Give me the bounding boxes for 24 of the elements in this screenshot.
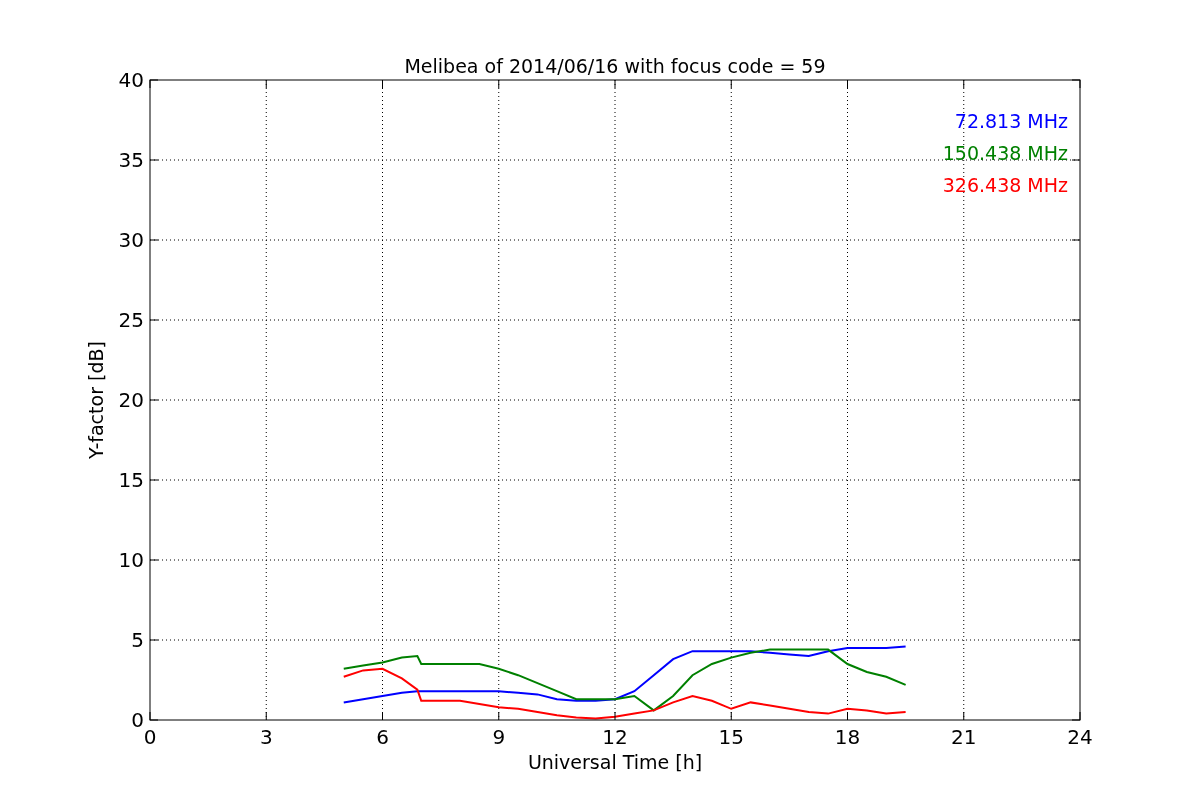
y-tick-label: 30 [118, 228, 144, 252]
x-tick-label: 24 [1067, 725, 1093, 749]
legend-label: 326.438 MHz [942, 174, 1068, 196]
x-tick-label: 21 [951, 725, 977, 749]
y-tick-label: 10 [118, 548, 144, 572]
y-tick-label: 5 [131, 628, 144, 652]
y-tick-label: 0 [131, 708, 144, 732]
x-tick-label: 0 [143, 725, 157, 749]
x-tick-label: 15 [718, 725, 744, 749]
y-tick-label: 40 [118, 68, 144, 92]
legend-label: 72.813 MHz [954, 110, 1068, 132]
x-axis-label: Universal Time [h] [527, 751, 703, 773]
x-tick-label: 6 [376, 725, 389, 749]
y-tick-label: 20 [118, 388, 144, 412]
y-tick-label: 25 [118, 308, 144, 332]
y-axis-label: Y-factor [dB] [85, 341, 107, 459]
chart-title: Melibea of 2014/06/16 with focus code = 59 [404, 55, 826, 77]
x-tick-label: 18 [834, 725, 861, 749]
x-tick-label: 9 [492, 725, 506, 749]
x-tick-label: 12 [602, 725, 628, 749]
x-tick-label: 3 [259, 725, 273, 749]
y-tick-label: 35 [118, 148, 144, 172]
y-tick-label: 15 [118, 468, 144, 492]
legend-label: 150.438 MHz [942, 142, 1068, 164]
